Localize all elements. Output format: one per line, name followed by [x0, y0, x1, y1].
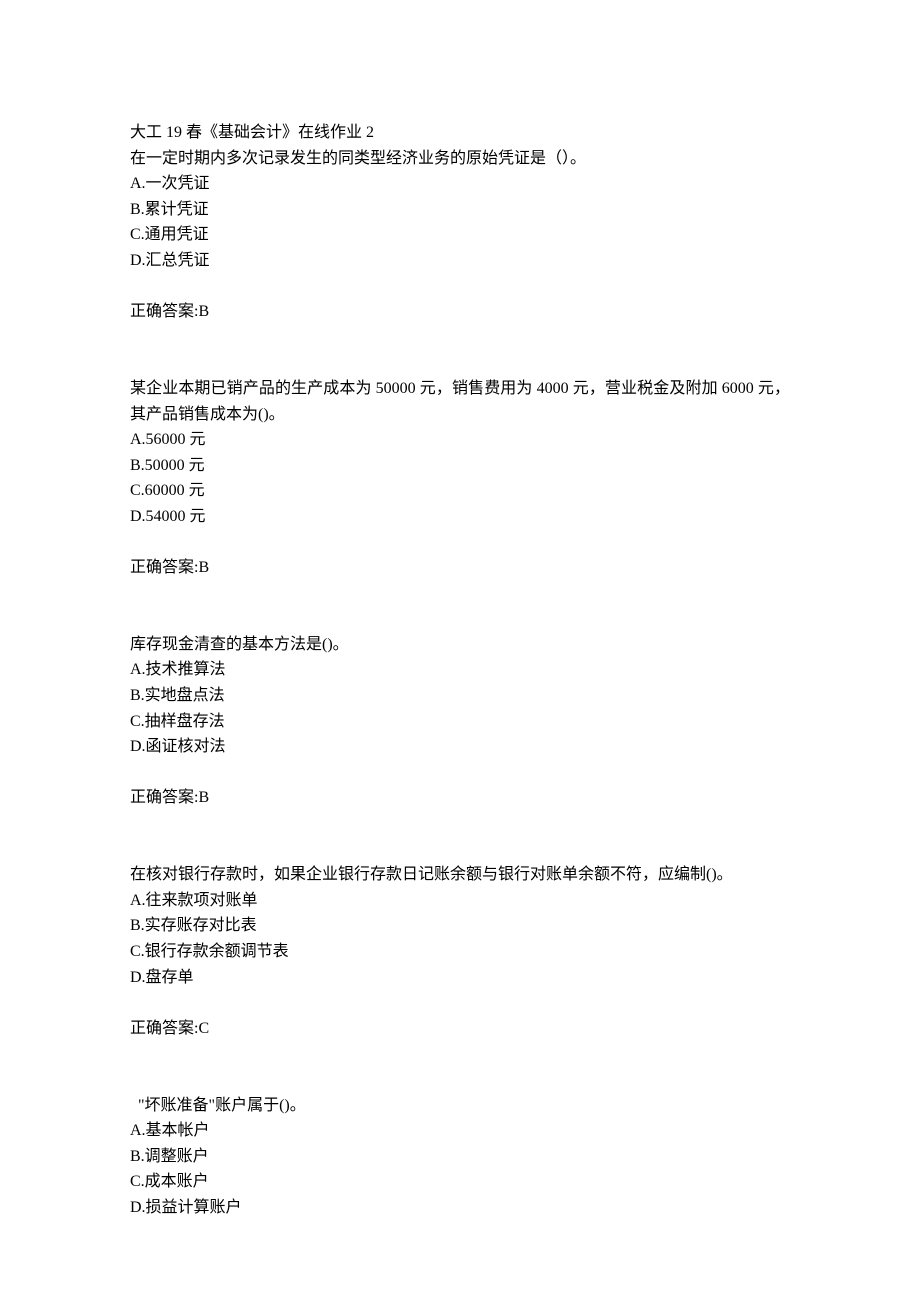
document-title: 大工 19 春《基础会计》在线作业 2 — [130, 120, 790, 146]
question-4-prompt: 在核对银行存款时，如果企业银行存款日记账余额与银行对账单余额不符，应编制()。 — [130, 862, 790, 888]
question-1-option-d: D.汇总凭证 — [130, 248, 790, 274]
question-4-option-b: B.实存账存对比表 — [130, 913, 790, 939]
question-1-option-a: A.一次凭证 — [130, 171, 790, 197]
spacer — [130, 990, 790, 1016]
question-4: 在核对银行存款时，如果企业银行存款日记账余额与银行对账单余额不符，应编制()。 … — [130, 862, 790, 1041]
question-5: "坏账准备"账户属于()。 A.基本帐户 B.调整账户 C.成本账户 D.损益计… — [130, 1093, 790, 1221]
spacer — [130, 581, 790, 632]
question-4-option-c: C.银行存款余额调节表 — [130, 939, 790, 965]
question-2: 某企业本期已销产品的生产成本为 50000 元，销售费用为 4000 元，营业税… — [130, 376, 790, 581]
question-1-option-b: B.累计凭证 — [130, 197, 790, 223]
question-2-prompt: 某企业本期已销产品的生产成本为 50000 元，销售费用为 4000 元，营业税… — [130, 376, 790, 427]
question-5-option-a: A.基本帐户 — [130, 1118, 790, 1144]
question-2-option-a: A.56000 元 — [130, 427, 790, 453]
question-3-answer: 正确答案:B — [130, 785, 790, 811]
question-5-prompt: "坏账准备"账户属于()。 — [130, 1093, 790, 1119]
question-2-option-b: B.50000 元 — [130, 453, 790, 479]
question-4-option-d: D.盘存单 — [130, 965, 790, 991]
question-3-prompt: 库存现金清查的基本方法是()。 — [130, 632, 790, 658]
spacer — [130, 1041, 790, 1092]
question-3-option-a: A.技术推算法 — [130, 657, 790, 683]
question-1: 在一定时期内多次记录发生的同类型经济业务的原始凭证是（）。 A.一次凭证 B.累… — [130, 146, 790, 325]
spacer — [130, 274, 790, 300]
question-4-option-a: A.往来款项对账单 — [130, 888, 790, 914]
question-2-option-c: C.60000 元 — [130, 478, 790, 504]
question-2-answer: 正确答案:B — [130, 555, 790, 581]
spacer — [130, 530, 790, 556]
question-3-option-d: D.函证核对法 — [130, 734, 790, 760]
question-3: 库存现金清查的基本方法是()。 A.技术推算法 B.实地盘点法 C.抽样盘存法 … — [130, 632, 790, 811]
question-2-option-d: D.54000 元 — [130, 504, 790, 530]
question-1-option-c: C.通用凭证 — [130, 222, 790, 248]
question-1-answer: 正确答案:B — [130, 299, 790, 325]
question-5-option-c: C.成本账户 — [130, 1169, 790, 1195]
question-3-option-c: C.抽样盘存法 — [130, 709, 790, 735]
question-5-option-d: D.损益计算账户 — [130, 1195, 790, 1221]
spacer — [130, 325, 790, 376]
question-1-prompt: 在一定时期内多次记录发生的同类型经济业务的原始凭证是（）。 — [130, 146, 790, 172]
question-4-answer: 正确答案:C — [130, 1016, 790, 1042]
question-5-option-b: B.调整账户 — [130, 1144, 790, 1170]
spacer — [130, 760, 790, 786]
spacer — [130, 811, 790, 862]
question-3-option-b: B.实地盘点法 — [130, 683, 790, 709]
